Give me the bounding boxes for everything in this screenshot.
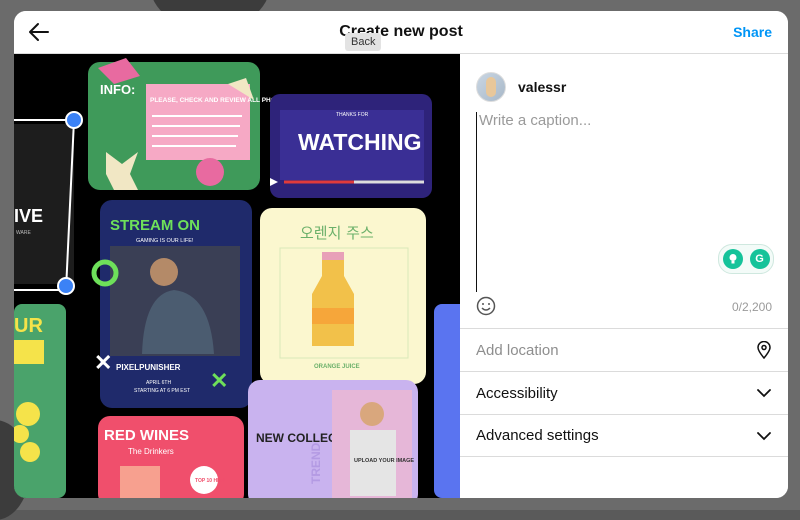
chevron-down-icon [757,431,771,440]
grammar-icon[interactable]: G [749,249,770,269]
post-details-panel: valessr G 0/2,200 Add location Accessibi… [460,54,788,498]
emoji-icon[interactable] [476,296,496,316]
advanced-settings-row[interactable]: Advanced settings [460,414,788,457]
location-pin-icon [757,341,771,359]
tile-watching: THANKS FOR WATCHING [270,94,432,198]
add-location-row[interactable]: Add location [460,328,788,371]
media-preview[interactable]: IVE WARE UR INFO: PLEASE, CHECK AND REVI… [14,54,460,498]
svg-text:PIXELPUNISHER: PIXELPUNISHER [116,363,181,372]
dialog-title: Create new post [339,23,463,40]
tile-partial-right [434,304,460,498]
svg-text:GAMING IS OUR LIFE!: GAMING IS OUR LIFE! [136,238,194,244]
dialog-header: Create new post Share [14,11,788,54]
svg-text:WATCHING: WATCHING [298,129,422,155]
back-tooltip: Back [345,33,382,51]
tile-info: INFO: PLEASE, CHECK AND REVIEW ALL PHOTO… [88,58,290,190]
svg-text:TOP 10 HITS: TOP 10 HITS [195,478,225,484]
add-location-label: Add location [476,341,559,359]
create-post-dialog: Create new post Share Back IVE WARE UR I… [14,11,788,498]
partial-left-sub: WARE [16,230,31,236]
caption-counter: 0/2,200 [731,300,772,314]
svg-text:✕: ✕ [94,350,112,375]
advanced-settings-label: Advanced settings [476,427,599,444]
tile-orange-juice: 오렌지 주스 ORANGE JUICE [260,208,426,384]
tile-new-collection: NEW COLLECTION UPLOAD YOUR IMAGE TREND [248,380,418,498]
tile-red-wines: RED WINES The Drinkers TOP 10 HITS [98,416,244,498]
resize-handle-bottom [57,277,75,295]
avatar [476,72,506,102]
svg-text:APRIL 6TH: APRIL 6TH [146,380,171,386]
svg-text:UPLOAD YOUR IMAGE: UPLOAD YOUR IMAGE [354,458,414,464]
svg-text:PLEASE, CHECK AND REVIEW ALL P: PLEASE, CHECK AND REVIEW ALL PHOTOS [150,97,290,104]
user-info: valessr [476,72,566,102]
writing-assistant-widget[interactable]: G [718,244,774,274]
svg-text:The Drinkers: The Drinkers [128,447,174,456]
username: valessr [518,79,567,95]
accessibility-row[interactable]: Accessibility [460,371,788,414]
svg-text:✕: ✕ [210,368,228,393]
partial-left-text: IVE [14,206,43,226]
svg-text:THANKS FOR: THANKS FOR [336,112,369,118]
tile-stream-on: STREAM ON GAMING IS OUR LIFE! PIXELPUNIS… [91,200,252,408]
media-collage: IVE WARE UR INFO: PLEASE, CHECK AND REVI… [14,58,460,498]
svg-text:ORANGE JUICE: ORANGE JUICE [314,364,360,370]
svg-text:TREND: TREND [309,442,323,484]
svg-text:STARTING AT 6 PM EST: STARTING AT 6 PM EST [134,388,190,394]
accessibility-label: Accessibility [476,384,558,402]
svg-text:STREAM ON: STREAM ON [110,217,200,234]
partial-left-bottom-text: UR [14,315,43,337]
chevron-down-icon [757,389,771,398]
share-button[interactable]: Share [733,24,772,40]
svg-text:오렌지 주스: 오렌지 주스 [300,224,374,242]
tile-partial-left-top [14,124,74,284]
svg-text:RED WINES: RED WINES [104,427,189,444]
resize-handle-top [65,111,83,129]
lightbulb-icon[interactable] [722,249,743,269]
svg-text:INFO:: INFO: [100,82,135,97]
